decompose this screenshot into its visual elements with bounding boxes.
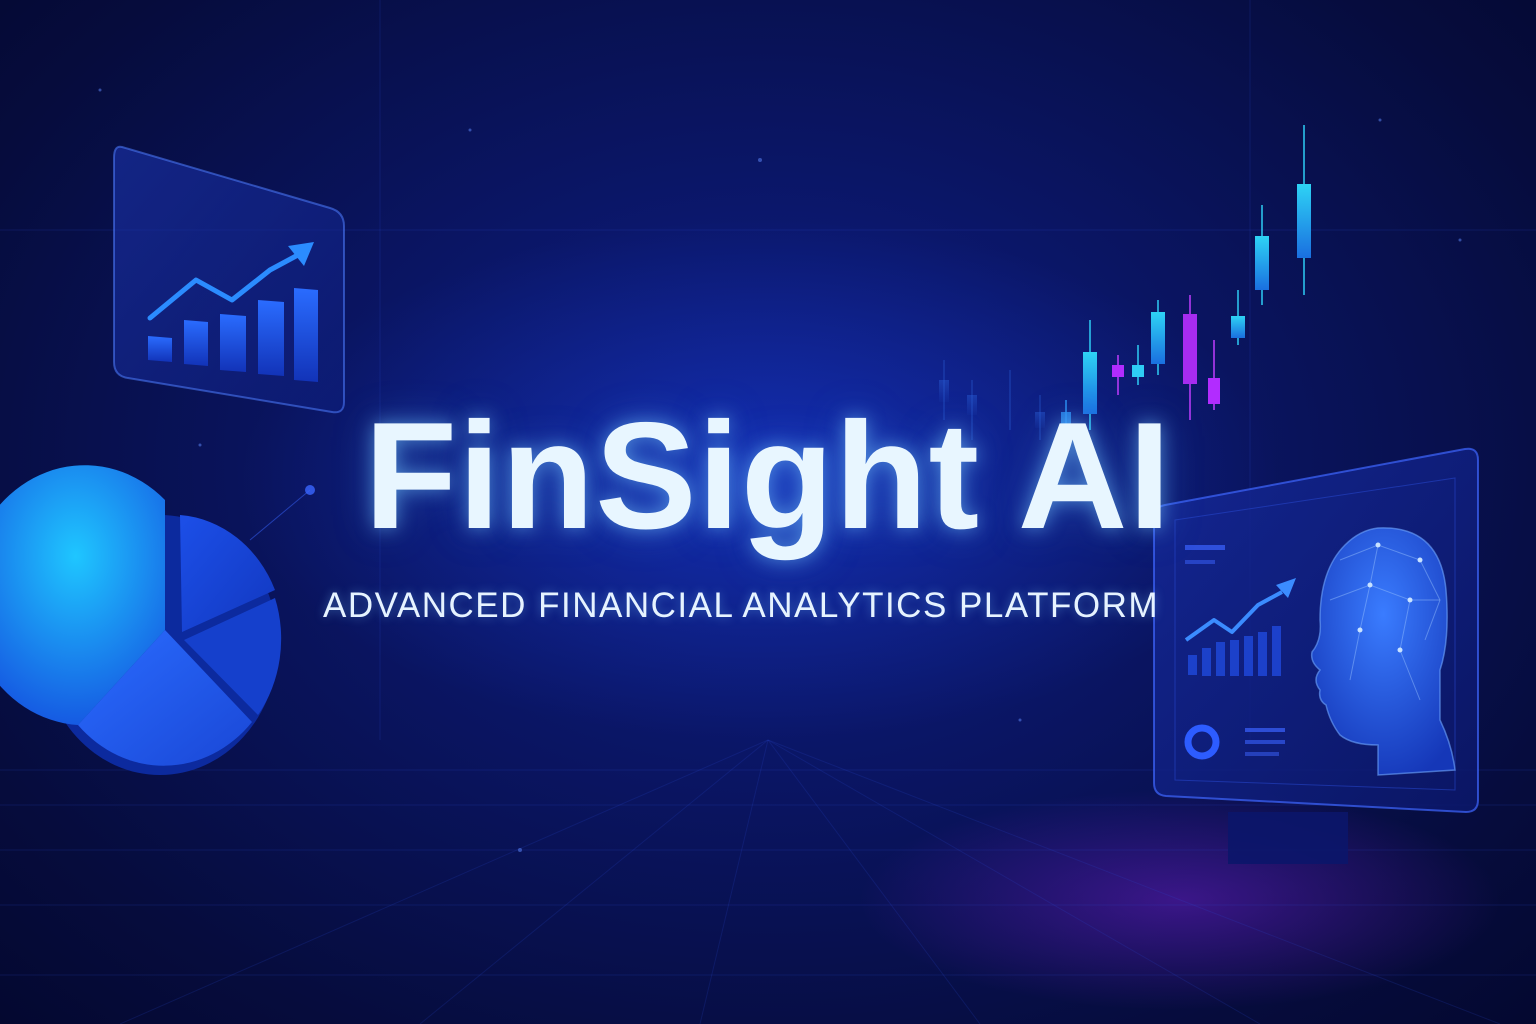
page-subtitle: ADVANCED FINANCIAL ANALYTICS PLATFORM	[322, 586, 1159, 625]
page-title: FinSight AI	[364, 391, 1172, 561]
